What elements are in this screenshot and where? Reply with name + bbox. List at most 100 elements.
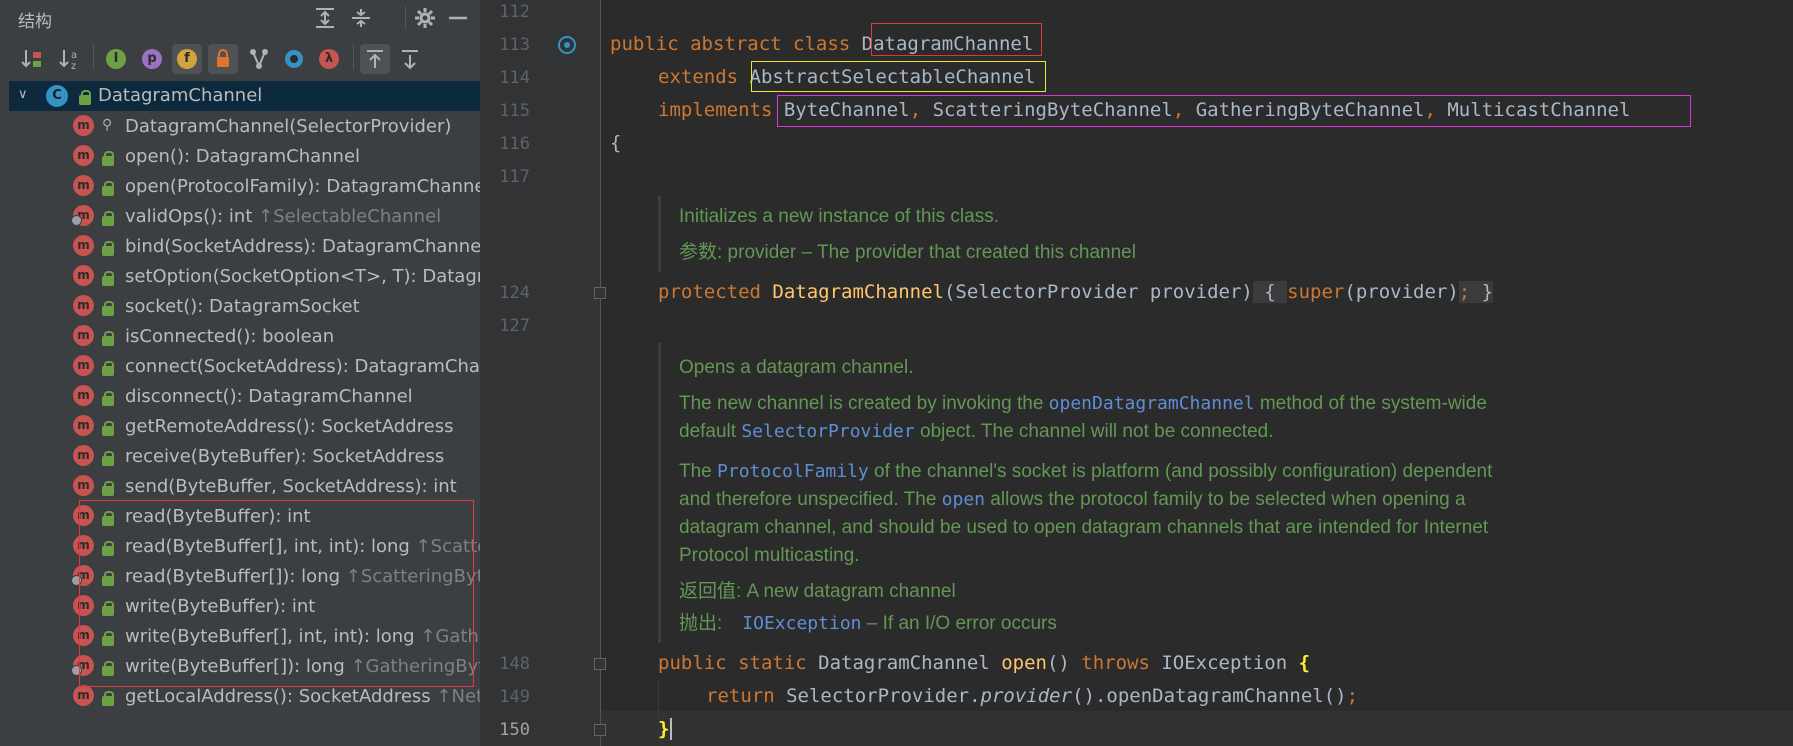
show-anonymous-icon[interactable] (279, 44, 309, 74)
implemented-method-icon[interactable] (558, 36, 576, 54)
indent-guide (658, 682, 659, 717)
method-signature: setOption(SocketOption<T>, T): DatagramC… (125, 266, 480, 287)
tree-method-item[interactable]: m open(): DatagramChannel (9, 141, 480, 171)
tree-root-item[interactable]: ∨ C DatagramChannel (9, 81, 480, 111)
code-line-116: { (610, 132, 622, 154)
doc-link[interactable]: openDatagramChannel (1049, 393, 1255, 414)
fold-toggle-icon[interactable] (594, 724, 606, 736)
doc-link[interactable]: open (942, 489, 985, 510)
autoscroll-to-source-icon[interactable] (360, 44, 390, 74)
public-lock-icon (102, 181, 114, 196)
doc-param-text: provider – The provider that created thi… (722, 242, 1136, 263)
public-lock-icon (102, 421, 114, 436)
doc-paragraph: and therefore unspecified. The open allo… (679, 489, 1466, 510)
show-hierarchy-icon[interactable] (244, 44, 274, 74)
method-signature: getLocalAddress(): SocketAddress (125, 686, 437, 707)
public-lock-icon (102, 241, 114, 256)
line-number: 148 (499, 654, 530, 674)
doc-link[interactable]: IOException (742, 613, 861, 634)
protected-key-icon: ⚲ (102, 117, 113, 133)
tree-method-item[interactable]: m bind(SocketAddress): DatagramChannel ↑N… (9, 231, 480, 261)
method-icon: m (73, 445, 94, 466)
doc-link[interactable]: ProtocolFamily (717, 461, 869, 482)
sort-alphabetically-icon[interactable]: az (55, 44, 85, 74)
highlight-box-class-name (871, 23, 1042, 56)
method-icon: m (73, 145, 94, 166)
tree-item-label: getRemoteAddress(): SocketAddress (125, 416, 453, 437)
show-lambdas-icon[interactable]: λ (314, 44, 344, 74)
sort-by-visibility-icon[interactable] (17, 44, 47, 74)
doc-comment-constructor: Initializes a new instance of this class… (679, 203, 1659, 267)
tree-item-label: receive(ByteBuffer): SocketAddress (125, 446, 444, 467)
fold-toggle-icon[interactable] (594, 658, 606, 670)
folded-region[interactable]: { (1252, 281, 1288, 303)
line-number: 112 (499, 2, 530, 22)
tree-item-label: socket(): DatagramSocket (125, 296, 360, 317)
abstract-class-icon: C (46, 85, 68, 107)
autoscroll-from-source-icon[interactable] (395, 44, 425, 74)
code-line-148: public static DatagramChannel open() thr… (658, 652, 1311, 674)
tree-method-item[interactable]: m open(ProtocolFamily): DatagramChannel (9, 171, 480, 201)
line-number: 116 (499, 134, 530, 154)
public-lock-icon (102, 391, 114, 406)
structure-panel: 结构 az I p f λ ∨ C DatagramChannel m ⚲ Da… (9, 0, 480, 746)
method-icon: m (73, 235, 94, 256)
method-signature: receive(ByteBuffer): SocketAddress (125, 446, 445, 467)
doc-returns: 返回值: A new datagram channel (679, 581, 956, 602)
tree-item-label: bind(SocketAddress): DatagramChannel ↑Ne… (125, 236, 480, 257)
method-icon: m (73, 265, 94, 286)
tree-method-item[interactable]: m disconnect(): DatagramChannel (9, 381, 480, 411)
line-number: 124 (499, 283, 530, 303)
show-fields-icon[interactable]: f (172, 44, 202, 74)
chevron-down-icon[interactable]: ∨ (18, 87, 28, 102)
tree-item-label: validOps(): int ↑SelectableChannel (125, 206, 441, 227)
doc-throws: 抛出: IOException – If an I/O error occurs (679, 613, 1057, 634)
toolbar-separator-2 (353, 44, 354, 70)
matched-brace-caret: } (658, 718, 673, 740)
method-icon: m (73, 115, 94, 136)
expand-all-icon[interactable] (313, 6, 337, 30)
method-icon: m (73, 385, 94, 406)
show-inherited-icon[interactable]: I (101, 44, 131, 74)
tree-method-item[interactable]: m socket(): DatagramSocket (9, 291, 480, 321)
tree-method-item[interactable]: m receive(ByteBuffer): SocketAddress (9, 441, 480, 471)
minimize-icon[interactable] (446, 6, 470, 30)
gear-icon[interactable] (413, 6, 437, 30)
fold-toggle-icon[interactable] (594, 287, 606, 299)
method-icon: m (73, 295, 94, 316)
method-signature: validOps(): int (125, 206, 259, 227)
tree-item-label: connect(SocketAddress): DatagramChannel (125, 356, 480, 377)
doc-paragraph: The ProtocolFamily of the channel's sock… (679, 461, 1493, 482)
tree-method-item[interactable]: m send(ByteBuffer, SocketAddress): int (9, 471, 480, 501)
doc-paragraph: The new channel is created by invoking t… (679, 393, 1487, 414)
doc-link[interactable]: SelectorProvider (741, 421, 914, 442)
tree-method-item[interactable]: m setOption(SocketOption<T>, T): Datagram… (9, 261, 480, 291)
public-lock-icon (102, 331, 114, 346)
tree-method-item[interactable]: m isConnected(): boolean (9, 321, 480, 351)
code-editor[interactable]: 112 113 114 115 116 117 124 127 148 149 … (480, 0, 1793, 746)
line-number: 113 (499, 35, 530, 55)
method-signature: disconnect(): DatagramChannel (125, 386, 413, 407)
structure-header: 结构 (9, 0, 480, 36)
line-number: 115 (499, 101, 530, 121)
method-icon: m (73, 415, 94, 436)
show-non-public-icon[interactable] (208, 44, 238, 74)
tree-item-label: disconnect(): DatagramChannel (125, 386, 413, 407)
tree-method-item[interactable]: m ⚲ DatagramChannel(SelectorProvider) (9, 111, 480, 141)
tree-method-item[interactable]: m getRemoteAddress(): SocketAddress (9, 411, 480, 441)
tree-item-label: getLocalAddress(): SocketAddress ↑Networ… (125, 686, 480, 707)
method-signature: open(ProtocolFamily): DatagramChannel (125, 176, 480, 197)
method-signature: DatagramChannel(SelectorProvider) (125, 116, 452, 137)
public-lock-icon (79, 90, 91, 105)
line-number: 149 (499, 687, 530, 707)
tree-method-item[interactable]: m validOps(): int ↑SelectableChannel (9, 201, 480, 231)
doc-text: Initializes a new instance of this class… (679, 206, 999, 227)
public-lock-icon (102, 481, 114, 496)
tree-item-label: setOption(SocketOption<T>, T): DatagramC… (125, 266, 480, 287)
collapse-all-icon[interactable] (349, 6, 373, 30)
current-line-highlight (601, 711, 1793, 746)
tree-method-item[interactable]: m connect(SocketAddress): DatagramChannel (9, 351, 480, 381)
public-lock-icon (102, 691, 114, 706)
show-properties-icon[interactable]: p (137, 44, 167, 74)
inherited-from: ↑NetworkChannel (436, 686, 480, 707)
